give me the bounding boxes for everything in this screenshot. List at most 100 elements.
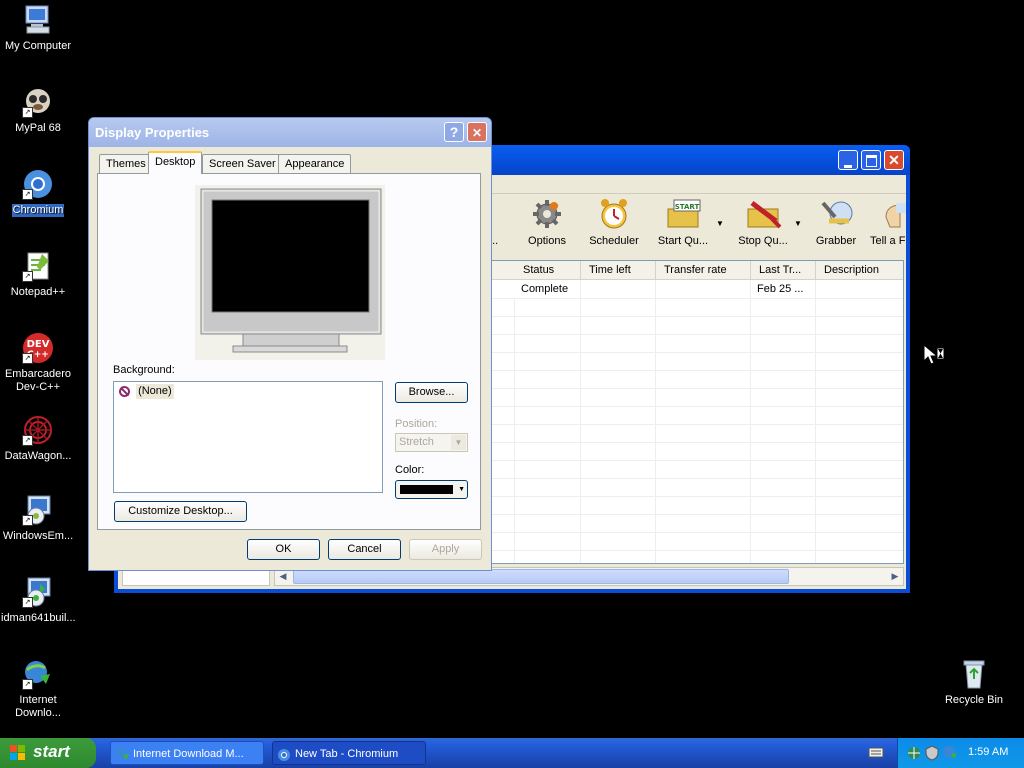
taskbar-item-label: Internet Download M... xyxy=(133,748,244,760)
desktop-icon-recycle-bin[interactable]: Recycle Bin xyxy=(936,658,1012,707)
installer-icon: ↗ xyxy=(22,576,54,608)
cell-transfer-rate xyxy=(656,280,751,298)
toolbar-button-tell-a-friend[interactable]: Tell a Fr xyxy=(870,197,906,247)
help-button[interactable]: ? xyxy=(444,122,464,142)
maximize-button[interactable] xyxy=(861,150,881,170)
alarm-clock-icon xyxy=(597,197,631,231)
background-list[interactable]: (None) xyxy=(113,381,383,493)
desktop-icon-label: My Computer xyxy=(4,40,72,52)
chromium-icon: ↗ xyxy=(22,168,54,200)
stop-queue-icon xyxy=(746,197,782,231)
taskbar-item-idm[interactable]: Internet Download M... xyxy=(110,741,264,765)
position-select[interactable]: Stretch ▼ xyxy=(395,433,468,452)
network-icon[interactable] xyxy=(906,745,922,761)
column-header-last-try[interactable]: Last Tr... xyxy=(751,261,816,279)
minimize-icon xyxy=(844,165,852,168)
idm-icon xyxy=(115,746,129,760)
list-item[interactable]: (None) xyxy=(119,384,174,401)
cell-time-left xyxy=(581,280,656,298)
column-header-transfer-rate[interactable]: Transfer rate xyxy=(656,261,751,279)
toolbar-button-scheduler[interactable]: Scheduler xyxy=(584,197,644,247)
apply-button[interactable]: Apply xyxy=(409,539,482,560)
cancel-button[interactable]: Cancel xyxy=(328,539,401,560)
desktop-icon-datawagon[interactable]: ↗ DataWagon... xyxy=(0,414,76,463)
start-button[interactable]: start xyxy=(0,738,96,768)
color-picker-button[interactable]: ▼ xyxy=(395,480,468,499)
scroll-right-arrow-icon[interactable]: ▶ xyxy=(887,568,903,585)
dialog-title: Display Properties xyxy=(95,125,210,140)
desktop-icon-mypal[interactable]: ↗ MyPal 68 xyxy=(0,86,76,135)
datawagon-icon: ↗ xyxy=(22,414,54,446)
svg-text:DEV: DEV xyxy=(27,339,50,350)
desktop-icon-idman-installer[interactable]: ↗ idman641buil... xyxy=(0,576,76,625)
help-icon: ? xyxy=(449,124,459,140)
shortcut-arrow-icon: ↗ xyxy=(22,107,33,118)
shortcut-arrow-icon: ↗ xyxy=(22,515,33,526)
idm-tray-icon[interactable] xyxy=(942,745,958,761)
toolbar-button-grabber[interactable]: Grabber xyxy=(806,197,866,247)
close-button[interactable]: ✕ xyxy=(467,122,487,142)
column-header-time-left[interactable]: Time left xyxy=(581,261,656,279)
color-swatch xyxy=(400,485,453,494)
start-queue-dropdown-icon[interactable]: ▼ xyxy=(716,219,724,228)
desktop-icon-label: Embarcadero Dev-C++ xyxy=(4,368,72,393)
recycle-bin-icon xyxy=(958,658,990,690)
tab-screen-saver[interactable]: Screen Saver xyxy=(202,154,283,173)
windows-logo-icon xyxy=(10,745,26,761)
tab-desktop[interactable]: Desktop xyxy=(148,151,203,174)
desktop-icon-my-computer[interactable]: My Computer xyxy=(0,4,76,53)
start-label: start xyxy=(33,742,70,761)
shortcut-arrow-icon: ↗ xyxy=(22,435,33,446)
tab-themes[interactable]: Themes xyxy=(99,154,153,173)
display-properties-dialog[interactable]: Display Properties ? ✕ Themes Desktop Sc… xyxy=(88,117,492,571)
taskbar-item-label: New Tab - Chromium xyxy=(295,748,399,760)
clock[interactable]: 1:59 AM xyxy=(968,746,1008,758)
ok-button[interactable]: OK xyxy=(247,539,320,560)
desktop-icon-devcpp[interactable]: DEV C++ ↗ Embarcadero Dev-C++ xyxy=(0,332,76,394)
toolbar-button-stop-queue[interactable]: Stop Qu... xyxy=(728,197,798,247)
toolbar-button-options[interactable]: Options xyxy=(520,197,574,247)
position-select-value: Stretch xyxy=(399,436,434,448)
desktop-icon-chromium[interactable]: ↗ Chromium xyxy=(0,168,76,217)
close-button[interactable]: ✕ xyxy=(884,150,904,170)
close-icon: ✕ xyxy=(471,126,483,140)
chromium-icon xyxy=(277,747,291,761)
cell-description xyxy=(816,280,903,298)
position-label: Position: xyxy=(395,418,438,430)
browse-button[interactable]: Browse... xyxy=(395,382,468,403)
cell-status: Complete xyxy=(515,280,581,298)
toolbar-button-start-queue[interactable]: START Start Qu... xyxy=(648,197,718,247)
close-icon: ✕ xyxy=(888,152,900,168)
customize-desktop-button[interactable]: Customize Desktop... xyxy=(114,501,247,522)
desktop-icon-label: Chromium xyxy=(11,204,65,217)
my-computer-icon xyxy=(22,4,54,36)
shortcut-arrow-icon: ↗ xyxy=(22,189,33,200)
desktop-icon-label: Notepad++ xyxy=(10,286,66,298)
keyboard-icon[interactable] xyxy=(868,746,884,759)
security-icon[interactable] xyxy=(924,745,940,761)
desktop-icon-idm[interactable]: ↗ Internet Downlo... xyxy=(0,658,76,720)
desktop-icon-windowsem[interactable]: ↗ WindowsEm... xyxy=(0,494,76,543)
shortcut-arrow-icon: ↗ xyxy=(22,271,33,282)
devcpp-icon: DEV C++ ↗ xyxy=(22,332,54,364)
desktop-icon-label: MyPal 68 xyxy=(15,122,61,134)
grabber-icon xyxy=(819,197,853,231)
desktop-icon-notepadpp[interactable]: ↗ Notepad++ xyxy=(0,250,76,299)
desktop-icon-label: idman641buil... xyxy=(1,612,76,624)
notepadpp-icon: ↗ xyxy=(22,250,54,282)
stop-queue-dropdown-icon[interactable]: ▼ xyxy=(794,219,802,228)
idm-icon: ↗ xyxy=(22,658,54,690)
list-item-label: (None) xyxy=(136,384,174,399)
cell-last-try: Feb 25 ... xyxy=(751,280,816,298)
taskbar-item-chromium[interactable]: New Tab - Chromium xyxy=(272,741,426,765)
scroll-thumb[interactable] xyxy=(293,569,789,584)
desktop-tab-panel: Background: (None) Browse... Position: S… xyxy=(97,173,481,530)
minimize-button[interactable] xyxy=(838,150,858,170)
dialog-title-bar[interactable]: Display Properties ? ✕ xyxy=(89,118,491,147)
gear-icon xyxy=(530,197,564,231)
background-label: Background: xyxy=(113,364,175,376)
column-header-description[interactable]: Description xyxy=(816,261,903,279)
column-header-status[interactable]: Status xyxy=(515,261,581,279)
tab-appearance[interactable]: Appearance xyxy=(278,154,352,173)
desktop-icon-label: Recycle Bin xyxy=(944,694,1004,706)
